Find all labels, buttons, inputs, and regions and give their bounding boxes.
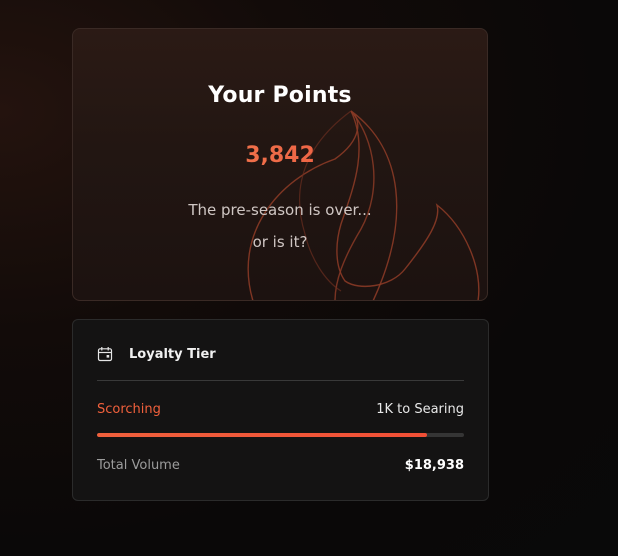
tier-progress-fill — [97, 433, 428, 437]
divider — [97, 380, 464, 381]
points-title: Your Points — [208, 83, 352, 108]
tier-status-row: Scorching 1K to Searing — [97, 402, 464, 417]
calendar-icon — [97, 347, 113, 362]
loyalty-tier-label: Loyalty Tier — [129, 346, 216, 362]
tier-progress-bar — [97, 433, 464, 437]
points-message-line2: or is it? — [252, 233, 308, 251]
total-volume-value: $18,938 — [404, 458, 464, 473]
points-card: Your Points 3,842 The pre-season is over… — [72, 28, 488, 301]
current-tier: Scorching — [97, 402, 161, 417]
total-volume-label: Total Volume — [97, 458, 180, 473]
total-volume-row: Total Volume $18,938 — [97, 458, 464, 473]
next-tier-text: 1K to Searing — [376, 402, 464, 417]
loyalty-tier-card: Loyalty Tier Scorching 1K to Searing Tot… — [72, 319, 489, 501]
tier-header: Loyalty Tier — [97, 346, 216, 362]
points-message-line1: The pre-season is over... — [188, 201, 372, 219]
points-value: 3,842 — [73, 143, 487, 168]
